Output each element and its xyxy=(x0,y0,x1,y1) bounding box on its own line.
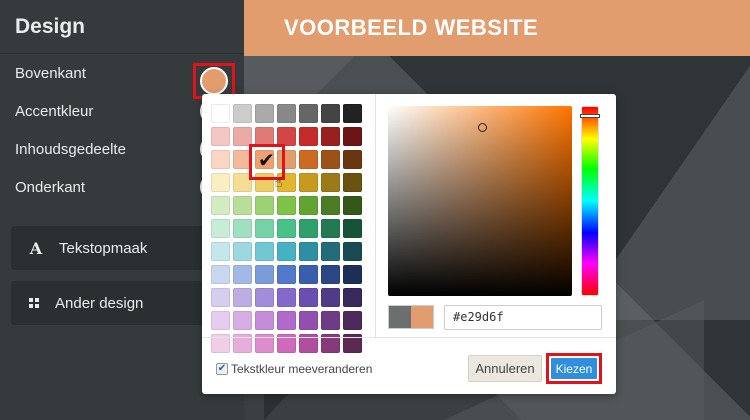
color-swatch[interactable] xyxy=(343,288,362,307)
color-swatch[interactable] xyxy=(343,150,362,169)
color-swatch[interactable] xyxy=(255,219,274,238)
sidebar-item-label: Inhoudsgedeelte xyxy=(15,140,126,158)
site-header: VOORBEELD WEBSITE xyxy=(244,0,750,56)
color-swatch[interactable] xyxy=(343,311,362,330)
sidebar-title: Design xyxy=(0,0,244,54)
color-swatch[interactable] xyxy=(233,265,252,284)
color-swatch[interactable] xyxy=(321,127,340,146)
color-swatch[interactable] xyxy=(211,127,230,146)
color-swatch[interactable] xyxy=(343,242,362,261)
color-swatch[interactable] xyxy=(277,242,296,261)
color-swatch[interactable] xyxy=(277,104,296,123)
color-swatch[interactable] xyxy=(211,104,230,123)
color-swatch[interactable] xyxy=(343,196,362,215)
color-swatch[interactable] xyxy=(299,150,318,169)
color-swatch[interactable] xyxy=(233,311,252,330)
color-swatch[interactable] xyxy=(321,150,340,169)
color-swatch[interactable] xyxy=(321,173,340,192)
color-comparison xyxy=(388,305,434,329)
color-swatch[interactable] xyxy=(233,288,252,307)
color-swatch[interactable] xyxy=(343,265,362,284)
color-swatch[interactable] xyxy=(233,219,252,238)
checkbox-label: Tekstkleur meeveranderen xyxy=(231,362,373,376)
color-swatch[interactable] xyxy=(255,265,274,284)
divider xyxy=(375,94,376,337)
color-swatch[interactable] xyxy=(299,173,318,192)
color-swatch[interactable] xyxy=(211,219,230,238)
color-swatch[interactable] xyxy=(233,196,252,215)
site-title: VOORBEELD WEBSITE xyxy=(284,15,539,40)
color-swatch[interactable] xyxy=(233,150,252,169)
hue-slider[interactable] xyxy=(581,106,599,296)
color-swatch[interactable] xyxy=(233,173,252,192)
color-swatch[interactable] xyxy=(211,150,230,169)
color-swatch[interactable] xyxy=(277,265,296,284)
color-swatch[interactable] xyxy=(321,288,340,307)
color-swatch[interactable] xyxy=(233,104,252,123)
color-swatch[interactable] xyxy=(321,104,340,123)
color-swatch[interactable] xyxy=(299,196,318,215)
grid-icon xyxy=(29,298,39,308)
color-swatch[interactable] xyxy=(299,311,318,330)
color-swatch[interactable] xyxy=(211,265,230,284)
color-swatch[interactable] xyxy=(299,265,318,284)
button-label: Ander design xyxy=(55,294,144,312)
color-swatch[interactable] xyxy=(299,104,318,123)
color-swatch[interactable] xyxy=(277,219,296,238)
color-swatch[interactable] xyxy=(255,311,274,330)
cancel-button[interactable]: Annuleren xyxy=(468,355,542,382)
color-swatch[interactable] xyxy=(299,127,318,146)
color-swatch[interactable] xyxy=(321,242,340,261)
divider xyxy=(202,337,616,338)
color-swatch[interactable] xyxy=(211,311,230,330)
sidebar-item-label: Accentkleur xyxy=(15,102,94,120)
color-swatch[interactable] xyxy=(277,196,296,215)
swatch-grid xyxy=(211,104,362,353)
color-swatch[interactable] xyxy=(343,173,362,192)
color-picker-dialog: ✔ ☝ #e29d6f ✔ Tekstkleur meeveranderen A… xyxy=(202,94,616,394)
color-swatch[interactable] xyxy=(211,288,230,307)
color-swatch[interactable] xyxy=(277,127,296,146)
color-swatch[interactable] xyxy=(277,150,296,169)
color-swatch[interactable] xyxy=(255,173,274,192)
color-swatch[interactable] xyxy=(343,219,362,238)
color-swatch[interactable] xyxy=(255,150,274,169)
color-swatch[interactable] xyxy=(277,288,296,307)
color-swatch[interactable] xyxy=(321,219,340,238)
sidebar-item-label: Onderkant xyxy=(15,178,86,196)
button-label: Tekstopmaak xyxy=(59,239,148,257)
sidebar-item-label: Bovenkant xyxy=(15,64,86,82)
color-swatch[interactable] xyxy=(343,127,362,146)
color-swatch[interactable] xyxy=(277,311,296,330)
hex-input[interactable]: #e29d6f xyxy=(444,305,602,330)
highlight-frame: Kiezen xyxy=(546,353,602,384)
bovenkant-color-swatch[interactable] xyxy=(200,67,228,95)
color-swatch[interactable] xyxy=(233,242,252,261)
color-swatch[interactable] xyxy=(321,196,340,215)
text-format-icon: A xyxy=(29,238,43,258)
color-swatch[interactable] xyxy=(233,127,252,146)
color-swatch[interactable] xyxy=(211,196,230,215)
color-swatch[interactable] xyxy=(211,242,230,261)
hue-handle[interactable] xyxy=(580,114,600,118)
color-swatch[interactable] xyxy=(299,288,318,307)
text-color-checkbox[interactable]: ✔ xyxy=(216,363,228,375)
choose-button[interactable]: Kiezen xyxy=(551,358,597,379)
color-swatch[interactable] xyxy=(255,104,274,123)
color-swatch[interactable] xyxy=(255,288,274,307)
previous-color xyxy=(389,306,411,328)
new-color xyxy=(411,306,433,328)
color-swatch[interactable] xyxy=(255,127,274,146)
color-swatch[interactable] xyxy=(255,242,274,261)
color-swatch[interactable] xyxy=(299,219,318,238)
color-swatch[interactable] xyxy=(343,104,362,123)
color-swatch[interactable] xyxy=(299,242,318,261)
color-swatch[interactable] xyxy=(211,173,230,192)
saturation-value-area[interactable] xyxy=(388,106,572,296)
color-swatch[interactable] xyxy=(255,196,274,215)
color-swatch[interactable] xyxy=(321,311,340,330)
sv-handle[interactable] xyxy=(478,123,487,132)
color-swatch[interactable] xyxy=(321,265,340,284)
hand-cursor-icon: ☝ xyxy=(274,175,283,191)
